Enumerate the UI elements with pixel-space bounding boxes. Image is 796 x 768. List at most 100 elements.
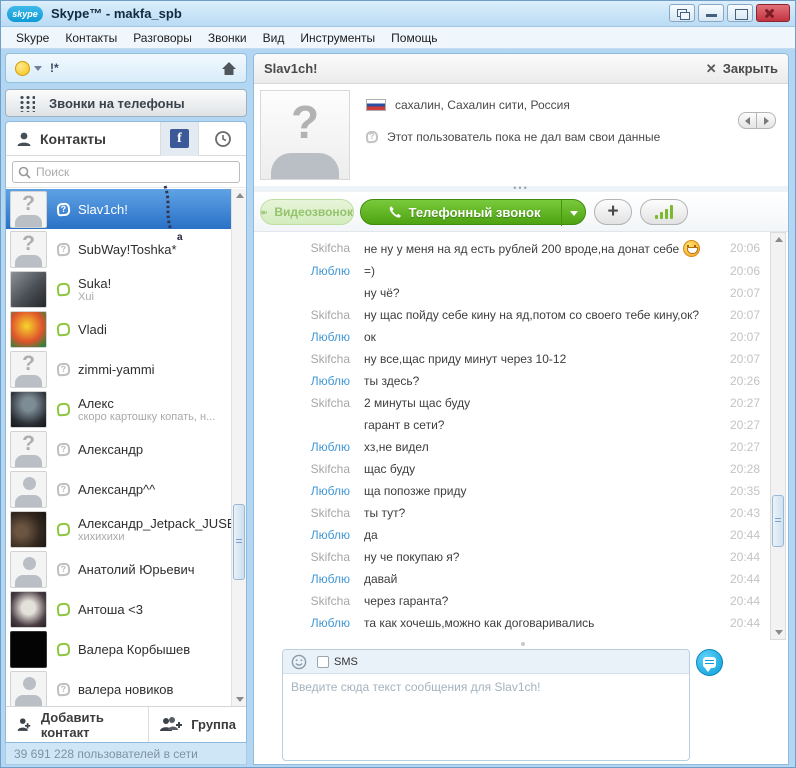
call-options-dropdown[interactable]	[561, 200, 585, 226]
avatar	[10, 551, 47, 588]
contact-row[interactable]: Валера Корбышев	[6, 629, 246, 669]
chat-message: Skifcha ты тут? 20:43	[254, 502, 770, 524]
message-time: 20:07	[718, 307, 760, 323]
message-text: ты здесь?	[364, 373, 712, 389]
tab-recent[interactable]	[198, 122, 246, 156]
online-users-counter: 39 691 228 пользователей в сети	[14, 747, 198, 761]
contact-row[interactable]: Vladi	[6, 309, 246, 349]
close-icon: ✕	[706, 61, 717, 77]
away-status-icon[interactable]	[15, 61, 30, 76]
contact-row[interactable]: Александр	[6, 429, 246, 469]
message-text: ты тут?	[364, 505, 712, 521]
contact-row[interactable]: Александр_Jetpack_JUSET хихихихи	[6, 509, 246, 549]
menu-item[interactable]: Skype	[9, 29, 56, 47]
group-label: Группа	[191, 717, 236, 732]
chat-scrollbar[interactable]	[770, 232, 786, 640]
search-box[interactable]	[12, 161, 240, 183]
mood-message[interactable]: !*	[50, 61, 59, 75]
chat-scroll-up-button[interactable]	[773, 234, 784, 245]
minimize-button[interactable]	[698, 4, 724, 22]
carousel-prev-button[interactable]	[738, 112, 757, 129]
contact-row[interactable]: валера новиков	[6, 669, 246, 706]
chat-scroll-down-button[interactable]	[773, 627, 784, 638]
message-input[interactable]	[283, 674, 689, 758]
call-phones-button[interactable]: Звонки на телефоны	[5, 89, 247, 117]
scroll-up-button[interactable]	[234, 190, 245, 201]
add-participants-button[interactable]: +	[594, 199, 632, 225]
window-title: Skype™ - makfa_spb	[51, 6, 182, 21]
add-contact-button[interactable]: Добавить контакт	[6, 707, 149, 742]
close-label: Закрыть	[723, 61, 778, 76]
contact-row[interactable]: Suka! Xui	[6, 269, 246, 309]
menu-item[interactable]: Разговоры	[126, 29, 199, 47]
message-author: Skifcha	[254, 307, 350, 323]
message-text: ща попозже приду	[364, 483, 712, 499]
close-window-button[interactable]	[756, 4, 790, 22]
message-time: 20:35	[718, 483, 760, 499]
menu-item[interactable]: Звонки	[201, 29, 254, 47]
call-quality-button[interactable]	[640, 199, 688, 225]
contact-name: Александр^^	[78, 482, 155, 497]
contact-row[interactable]: SubWay!Toshka*	[6, 229, 246, 269]
contact-row[interactable]: Александр^^	[6, 469, 246, 509]
close-conversation-button[interactable]: ✕ Закрыть	[706, 61, 778, 77]
menu-item[interactable]: Инструменты	[293, 29, 382, 47]
message-author: Люблю	[254, 571, 350, 587]
contact-name: Vladi	[78, 322, 107, 337]
clock-icon	[214, 130, 232, 148]
contact-name: SubWay!Toshka*	[78, 242, 177, 257]
arrow-right-icon	[764, 117, 769, 125]
scroll-down-button[interactable]	[234, 694, 245, 705]
composer-resize-handle[interactable]	[521, 642, 525, 646]
contacts-scrollbar[interactable]	[231, 189, 246, 706]
menu-item[interactable]: Вид	[256, 29, 292, 47]
chat-bubble-icon	[703, 657, 716, 668]
search-input[interactable]	[36, 165, 234, 179]
tab-facebook[interactable]: f	[160, 122, 198, 156]
scrollbar-thumb[interactable]	[233, 504, 245, 580]
status-mood-bar[interactable]: !*	[5, 53, 247, 83]
dialpad-icon	[18, 94, 35, 112]
message-author: Skifcha	[254, 593, 350, 609]
message-time: 20:44	[718, 549, 760, 565]
chat-message: Skifcha щас буду 20:28	[254, 458, 770, 480]
chat-message: ну чё? 20:07	[254, 282, 770, 304]
message-time: 20:27	[718, 439, 760, 455]
video-call-button[interactable]: Видеозвонок	[260, 199, 354, 225]
contact-row[interactable]: Анатолий Юрьевич	[6, 549, 246, 589]
message-text: ок	[364, 329, 712, 345]
contact-name: Suka!	[78, 276, 111, 291]
sms-checkbox[interactable]	[317, 656, 329, 668]
contact-mood: скоро картошку копать, н...	[78, 411, 215, 423]
group-button[interactable]: Группа	[149, 707, 246, 742]
pending-contact-icon	[365, 130, 378, 143]
message-author: Skifcha	[254, 351, 350, 367]
contact-row[interactable]: Антоша <3	[6, 589, 246, 629]
chat-message: Люблю хз,не видел 20:27	[254, 436, 770, 458]
menu-item[interactable]: Контакты	[58, 29, 124, 47]
chat-scrollbar-thumb[interactable]	[772, 495, 784, 547]
chat-message: Люблю да 20:44	[254, 524, 770, 546]
call-toolbar: Видеозвонок Телефонный звонок +	[254, 192, 788, 232]
facebook-icon: f	[170, 129, 189, 148]
home-icon[interactable]	[221, 61, 237, 76]
message-time: 20:07	[718, 285, 760, 301]
contact-row[interactable]: zimmi-yammi	[6, 349, 246, 389]
avatar	[10, 231, 47, 268]
message-text: не ну у меня на яд есть рублей 200 вроде…	[364, 240, 712, 257]
emoticon-picker-icon[interactable]	[291, 654, 307, 670]
restore-window-button[interactable]	[669, 4, 695, 22]
message-time: 20:43	[718, 505, 760, 521]
contact-row[interactable]: Slav1ch!	[6, 189, 246, 229]
avatar	[10, 351, 47, 388]
contact-name: Анатолий Юрьевич	[78, 562, 195, 577]
avatar	[10, 271, 47, 308]
send-message-button[interactable]	[696, 649, 723, 676]
phone-call-button[interactable]: Телефонный звонок	[360, 199, 586, 225]
maximize-button[interactable]	[727, 4, 753, 22]
sms-label: SMS	[334, 656, 358, 668]
carousel-next-button[interactable]	[757, 112, 776, 129]
menu-item[interactable]: Помощь	[384, 29, 444, 47]
contact-row[interactable]: Алекс скоро картошку копать, н...	[6, 389, 246, 429]
chat-message: Люблю ты здесь? 20:26	[254, 370, 770, 392]
